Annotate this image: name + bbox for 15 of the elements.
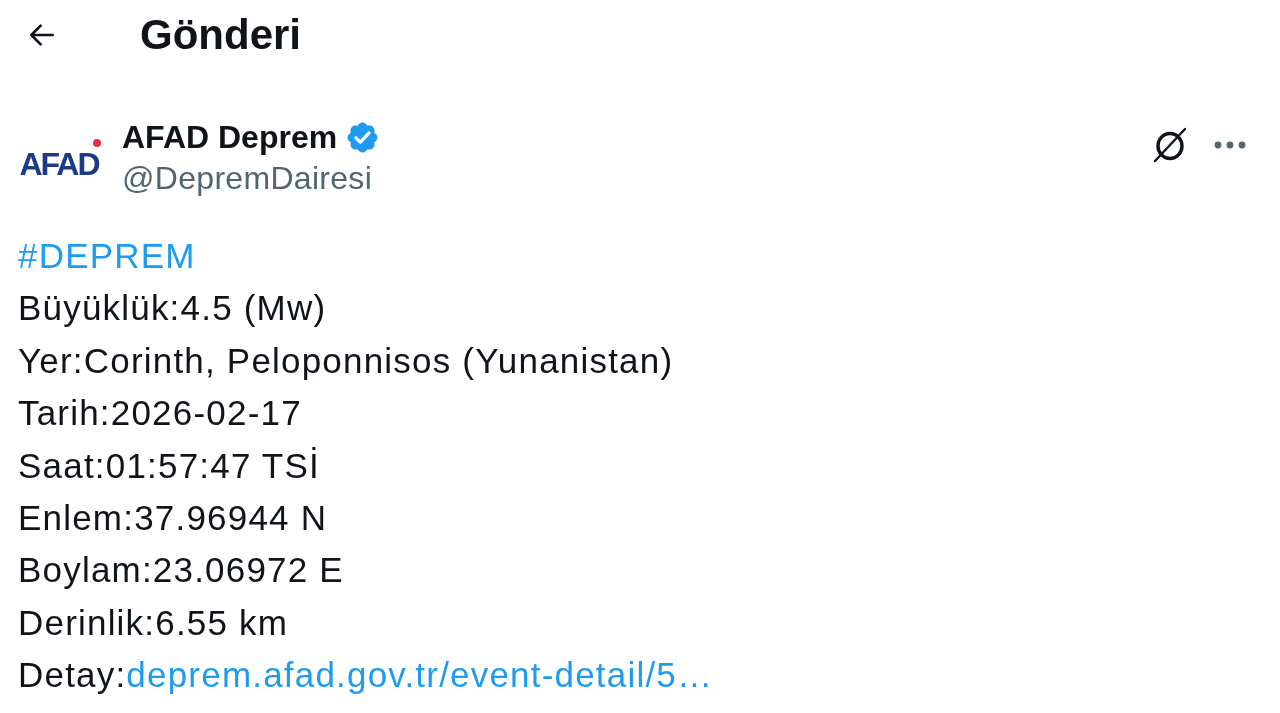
author-handle[interactable]: @DepremDairesi — [122, 159, 381, 198]
post-text-line: Detay:deprem.afad.gov.tr/event-detail/5… — [18, 654, 714, 697]
post-text-line: Saat:01:57:47 TSİ — [18, 444, 320, 487]
more-icon[interactable] — [1214, 141, 1246, 149]
post-text-line: Derinlik:6.55 km — [18, 601, 289, 644]
dot-icon — [93, 139, 101, 147]
author-name[interactable]: AFAD Deprem — [122, 118, 338, 157]
post-text-line: Boylam:23.06972 E — [18, 549, 344, 592]
page-title: Gönderi — [140, 14, 301, 56]
slashed-circle-icon[interactable] — [1152, 126, 1188, 164]
post-text-line: Enlem:37.96944 N — [18, 497, 328, 540]
post-text-line: Tarih:2026-02-17 — [18, 392, 302, 435]
post-text-line: Büyüklük:4.5 (Mw) — [18, 287, 327, 330]
post-text-line: Yer:Corinth, Peloponnisos (Yunanistan) — [18, 339, 674, 382]
logo-text: AFAD — [19, 148, 99, 180]
